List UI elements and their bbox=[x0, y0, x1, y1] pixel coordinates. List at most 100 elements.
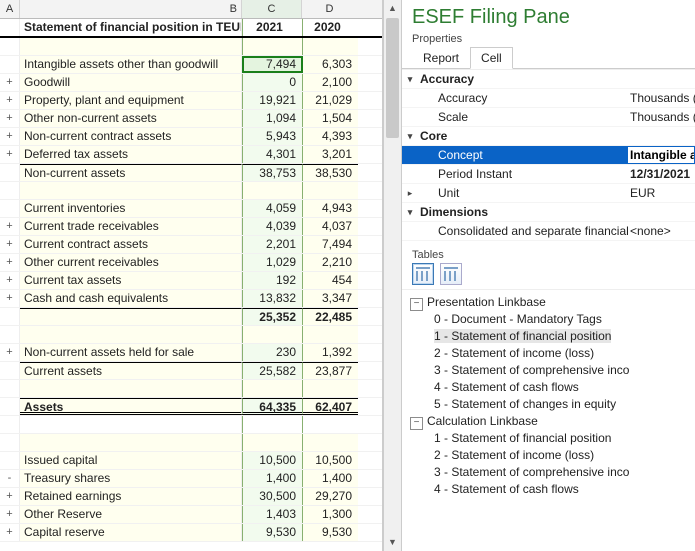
property-row-selected[interactable]: ConceptIntangible asse bbox=[402, 146, 695, 165]
scroll-up-arrow[interactable]: ▲ bbox=[384, 0, 401, 17]
cell-value-2020[interactable]: 29,270 bbox=[303, 488, 358, 505]
sheet-row[interactable]: Current inventories4,0594,943 bbox=[0, 200, 382, 218]
sheet-row[interactable]: -Treasury shares1,4001,400 bbox=[0, 470, 382, 488]
property-row[interactable]: ScaleThousands (3) bbox=[402, 108, 695, 127]
cell-value-2020[interactable]: 454 bbox=[303, 272, 358, 289]
property-row[interactable]: ▾Accuracy bbox=[402, 70, 695, 89]
tree-root-label[interactable]: Presentation Linkbase bbox=[427, 295, 546, 309]
tree-item-label[interactable]: 1 - Statement of financial position bbox=[434, 431, 611, 445]
row-label[interactable] bbox=[20, 182, 242, 199]
row-label[interactable] bbox=[20, 380, 242, 397]
sheet-row[interactable] bbox=[0, 38, 382, 56]
col-header-a[interactable]: A bbox=[0, 0, 20, 18]
property-row[interactable]: Consolidated and separate financial<none… bbox=[402, 222, 695, 241]
row-label[interactable] bbox=[20, 308, 242, 325]
cell-value-2021[interactable]: 9,530 bbox=[242, 524, 303, 541]
sheet-row[interactable] bbox=[0, 416, 382, 434]
outline-toggle[interactable]: + bbox=[0, 236, 20, 253]
outline-toggle[interactable]: + bbox=[0, 110, 20, 127]
cell-value-2020[interactable] bbox=[303, 434, 358, 451]
outline-toggle[interactable]: - bbox=[0, 470, 20, 487]
sheet-row[interactable]: Non-current assets38,75338,530 bbox=[0, 164, 382, 182]
cell-value-2021[interactable]: 5,943 bbox=[242, 128, 303, 145]
sheet-row[interactable]: +Capital reserve9,5309,530 bbox=[0, 524, 382, 542]
cell-value-2021[interactable] bbox=[242, 416, 303, 433]
tree-root[interactable]: −Presentation Linkbase 0 - Document - Man… bbox=[410, 294, 689, 413]
properties-grid[interactable]: ▾AccuracyAccuracyThousands (-3)ScaleThou… bbox=[402, 69, 695, 241]
cell-value-2021[interactable]: 10,500 bbox=[242, 452, 303, 469]
cell-value-2021[interactable] bbox=[242, 380, 303, 397]
row-label[interactable]: Treasury shares bbox=[20, 470, 242, 487]
property-value[interactable]: <none> bbox=[628, 222, 695, 240]
cell-value-2021[interactable]: 30,500 bbox=[242, 488, 303, 505]
sheet-row[interactable]: +Current tax assets192454 bbox=[0, 272, 382, 290]
row-label[interactable] bbox=[20, 434, 242, 451]
spreadsheet[interactable]: A B C D Statement of financial position … bbox=[0, 0, 383, 551]
expand-caret-icon[interactable]: ▾ bbox=[402, 70, 418, 88]
sheet-row[interactable]: +Current contract assets2,2017,494 bbox=[0, 236, 382, 254]
cell-value-2020[interactable]: 23,877 bbox=[303, 362, 358, 379]
vertical-scrollbar[interactable]: ▲ ▼ bbox=[383, 0, 402, 551]
cell-value-2021[interactable]: 38,753 bbox=[242, 164, 303, 181]
cell-value-2021[interactable]: 13,832 bbox=[242, 290, 303, 307]
row-label[interactable]: Cash and cash equivalents bbox=[20, 290, 242, 307]
cell-value-2020[interactable] bbox=[303, 326, 358, 343]
row-label[interactable]: Intangible assets other than goodwill bbox=[20, 56, 242, 73]
sheet-row[interactable]: Issued capital10,50010,500 bbox=[0, 452, 382, 470]
cell-value-2021[interactable]: 19,921 bbox=[242, 92, 303, 109]
row-label[interactable]: Non-current contract assets bbox=[20, 128, 242, 145]
tree-item[interactable]: 4 - Statement of cash flows bbox=[426, 379, 689, 396]
row-label[interactable]: Current trade receivables bbox=[20, 218, 242, 235]
tree-item[interactable]: 3 - Statement of comprehensive inco bbox=[426, 362, 689, 379]
tree-item-label[interactable]: 2 - Statement of income (loss) bbox=[434, 448, 594, 462]
property-row[interactable]: AccuracyThousands (-3) bbox=[402, 89, 695, 108]
sheet-row[interactable]: +Goodwill02,100 bbox=[0, 74, 382, 92]
sheet-row[interactable] bbox=[0, 182, 382, 200]
row-label[interactable]: Assets bbox=[20, 398, 242, 415]
property-row[interactable]: ▾Core bbox=[402, 127, 695, 146]
outline-toggle[interactable]: + bbox=[0, 488, 20, 505]
property-value[interactable]: Thousands (-3) bbox=[628, 89, 695, 107]
row-label[interactable] bbox=[20, 38, 242, 55]
year-col-c[interactable]: 2021 bbox=[242, 19, 303, 36]
outline-toggle[interactable]: + bbox=[0, 146, 20, 163]
outline-toggle[interactable]: + bbox=[0, 254, 20, 271]
sheet-row[interactable]: +Current trade receivables4,0394,037 bbox=[0, 218, 382, 236]
row-label[interactable]: Other current receivables bbox=[20, 254, 242, 271]
tree-toggle-icon[interactable]: − bbox=[410, 298, 423, 311]
sheet-row[interactable]: +Retained earnings30,50029,270 bbox=[0, 488, 382, 506]
row-label[interactable]: Other Reserve bbox=[20, 506, 242, 523]
property-value[interactable]: 12/31/2021 bbox=[628, 165, 695, 183]
property-row[interactable]: ▸UnitEUR bbox=[402, 184, 695, 203]
cell-value-2020[interactable]: 6,303 bbox=[303, 56, 358, 73]
table-icon-2[interactable] bbox=[440, 263, 462, 285]
cell-value-2021[interactable]: 1,094 bbox=[242, 110, 303, 127]
sheet-row[interactable] bbox=[0, 326, 382, 344]
cell-value-2021[interactable] bbox=[242, 326, 303, 343]
cell-value-2020[interactable]: 1,400 bbox=[303, 470, 358, 487]
cell-value-2021[interactable]: 1,403 bbox=[242, 506, 303, 523]
outline-toggle[interactable]: + bbox=[0, 506, 20, 523]
cell-value-2020[interactable] bbox=[303, 380, 358, 397]
sheet-row[interactable] bbox=[0, 380, 382, 398]
expand-caret-icon[interactable]: ▾ bbox=[402, 127, 418, 145]
cell-value-2020[interactable]: 21,029 bbox=[303, 92, 358, 109]
cell-value-2020[interactable]: 4,037 bbox=[303, 218, 358, 235]
cell-value-2021[interactable]: 1,029 bbox=[242, 254, 303, 271]
row-label[interactable]: Non-current assets held for sale bbox=[20, 344, 242, 361]
tree-item-label[interactable]: 0 - Document - Mandatory Tags bbox=[434, 312, 602, 326]
cell-value-2020[interactable] bbox=[303, 182, 358, 199]
cell-value-2020[interactable]: 62,407 bbox=[303, 398, 358, 415]
sheet-row[interactable]: Current assets25,58223,877 bbox=[0, 362, 382, 380]
sheet-row[interactable]: Intangible assets other than goodwill7,4… bbox=[0, 56, 382, 74]
sheet-row[interactable]: +Other non-current assets1,0941,504 bbox=[0, 110, 382, 128]
property-row[interactable]: Period Instant12/31/2021 bbox=[402, 165, 695, 184]
cell-value-2020[interactable]: 10,500 bbox=[303, 452, 358, 469]
cell-value-2020[interactable]: 1,504 bbox=[303, 110, 358, 127]
tree-item-label[interactable]: 4 - Statement of cash flows bbox=[434, 380, 579, 394]
col-header-c[interactable]: C bbox=[242, 0, 302, 18]
outline-toggle[interactable]: + bbox=[0, 272, 20, 289]
property-value[interactable]: Intangible asse bbox=[628, 147, 694, 163]
cell-value-2020[interactable]: 3,201 bbox=[303, 146, 358, 163]
sheet-row[interactable]: +Other current receivables1,0292,210 bbox=[0, 254, 382, 272]
